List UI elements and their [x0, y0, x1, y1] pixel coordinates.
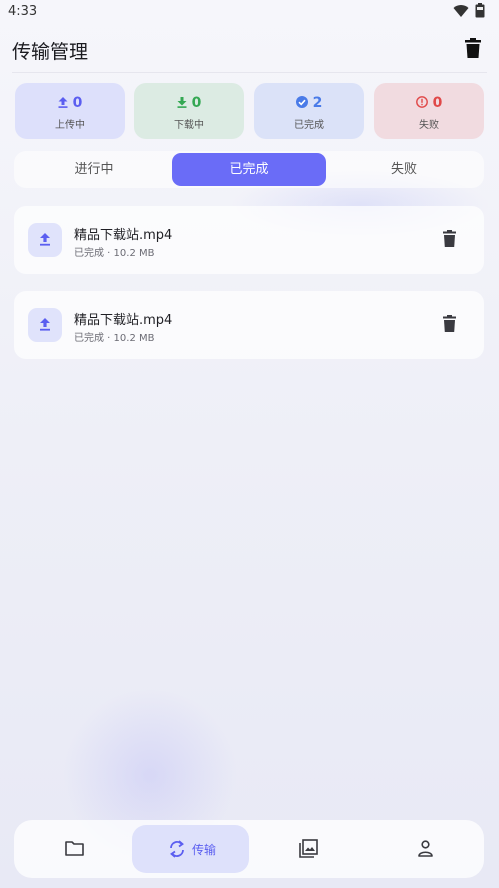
delete-icon[interactable]: [443, 315, 456, 332]
header-divider: [12, 72, 487, 73]
file-meta: 已完成 · 10.2 MB: [74, 333, 155, 344]
check-circle-icon: [295, 96, 308, 108]
file-meta: 已完成 · 10.2 MB: [74, 248, 155, 259]
wifi-icon: [453, 5, 469, 18]
stat-label: 已完成: [294, 120, 324, 131]
nav-label: 传输: [192, 843, 217, 857]
gallery-icon: [299, 839, 318, 858]
upload-file-icon: [28, 308, 62, 342]
delete-icon[interactable]: [443, 230, 456, 247]
stat-completed[interactable]: 2 已完成: [254, 83, 364, 139]
stat-failed[interactable]: 0 失败: [374, 83, 484, 139]
stat-label: 上传中: [55, 120, 85, 131]
nav-transfer[interactable]: 传输: [132, 825, 249, 873]
status-time: 4:33: [8, 4, 38, 19]
stat-downloading[interactable]: 0 下载中: [134, 83, 244, 139]
tab-in-progress[interactable]: 进行中: [18, 153, 170, 186]
folder-icon: [65, 841, 84, 856]
page-title: 传输管理: [12, 41, 89, 63]
stat-label: 下载中: [174, 120, 204, 131]
stat-uploading[interactable]: 0 上传中: [15, 83, 125, 139]
file-name: 精品下载站.mp4: [74, 228, 173, 243]
error-icon: [415, 96, 428, 108]
trash-icon[interactable]: [465, 38, 481, 58]
upload-file-icon: [28, 223, 62, 257]
file-name: 精品下载站.mp4: [74, 313, 173, 328]
bottom-nav: 传输: [14, 820, 484, 878]
person-icon: [418, 840, 433, 857]
stat-count: 0: [72, 95, 83, 111]
nav-gallery[interactable]: [250, 825, 367, 873]
app-header: 传输管理: [0, 28, 499, 72]
tab-bar: 进行中 已完成 失败: [14, 151, 484, 188]
tab-failed[interactable]: 失败: [328, 153, 480, 186]
upload-icon: [58, 97, 68, 108]
stat-count: 0: [191, 95, 202, 111]
transfer-item[interactable]: 精品下载站.mp4 已完成 · 10.2 MB: [14, 206, 484, 274]
stat-count: 2: [312, 95, 323, 111]
sync-icon: [170, 840, 184, 858]
nav-profile[interactable]: [366, 825, 483, 873]
download-icon: [177, 97, 187, 108]
transfer-item[interactable]: 精品下载站.mp4 已完成 · 10.2 MB: [14, 291, 484, 359]
battery-icon: [475, 3, 485, 18]
tab-completed[interactable]: 已完成: [172, 153, 326, 186]
stat-count: 0: [432, 95, 443, 111]
status-bar: 4:33: [0, 0, 499, 22]
nav-files[interactable]: [16, 825, 133, 873]
stat-label: 失败: [419, 120, 439, 131]
